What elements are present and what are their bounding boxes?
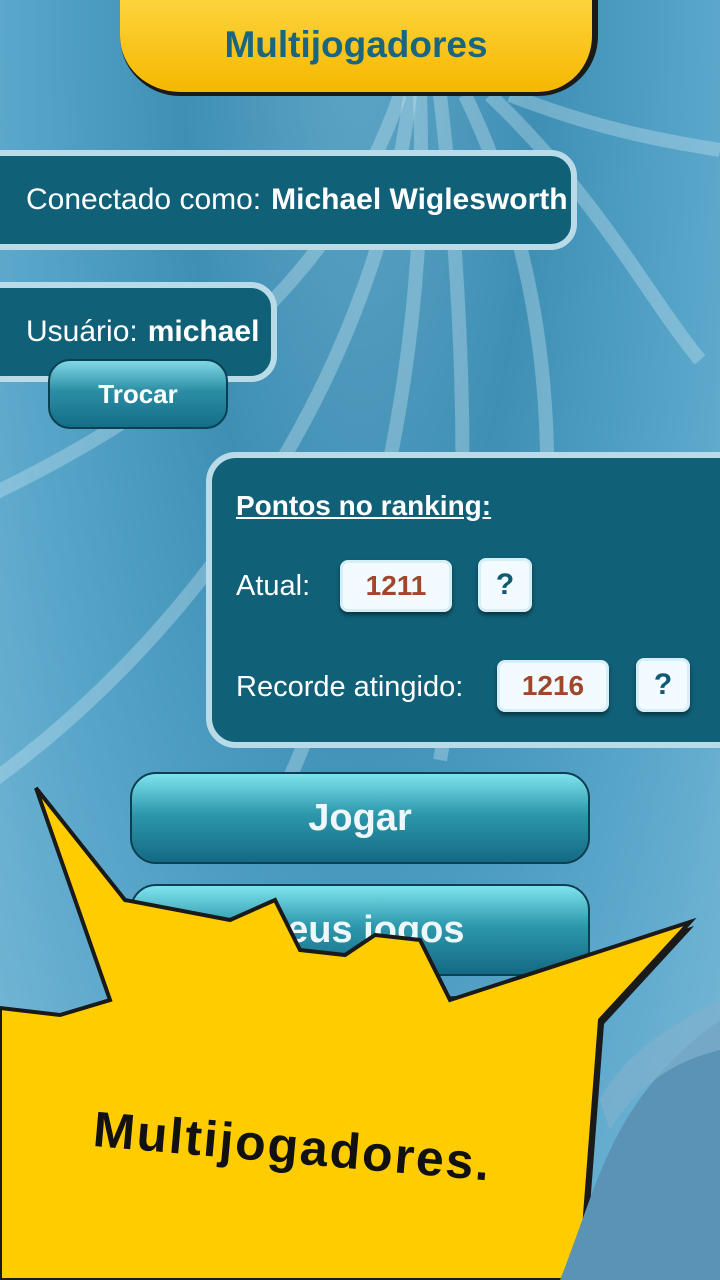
callout-burst xyxy=(0,786,720,1280)
